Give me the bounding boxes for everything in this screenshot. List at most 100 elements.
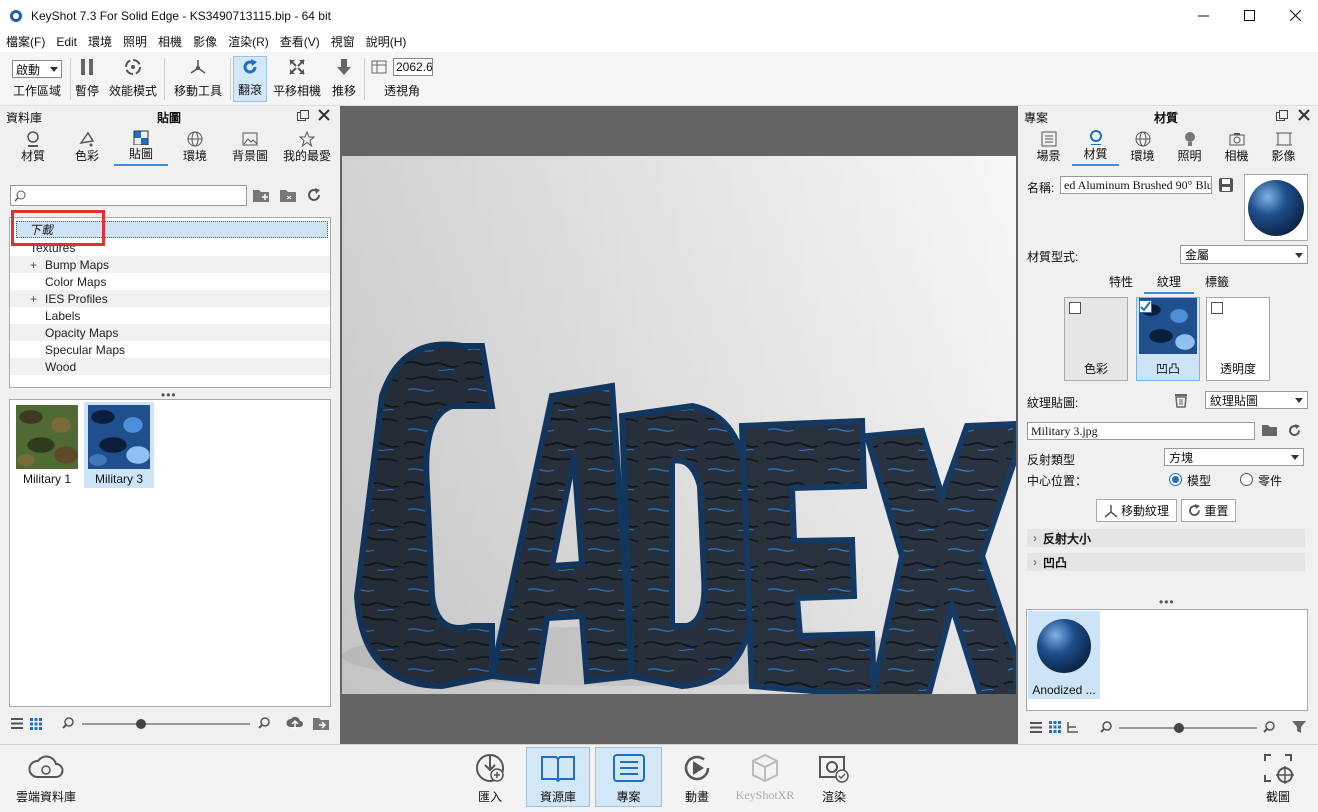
close-panel-icon[interactable] xyxy=(1298,109,1310,121)
keyshotxr-button[interactable]: KeyShotXR xyxy=(734,748,796,803)
project-button[interactable]: 專案 xyxy=(595,747,662,807)
cloud-library-button[interactable]: 雲端資料庫 xyxy=(14,748,78,805)
menu-camera[interactable]: 相機 xyxy=(152,33,187,50)
animation-button[interactable]: 動畫 xyxy=(676,748,718,805)
tab-materials[interactable]: 材質 xyxy=(6,130,60,166)
tab-camera[interactable]: 相機 xyxy=(1213,130,1260,166)
tree-item-wood[interactable]: Wood xyxy=(10,358,330,375)
workspace-select[interactable]: 啟動 xyxy=(12,60,62,78)
slot-color-checkbox[interactable] xyxy=(1069,302,1081,314)
menu-file[interactable]: 檔案(F) xyxy=(0,33,50,50)
mapping-type-select[interactable]: 方塊 xyxy=(1164,448,1304,466)
slot-opacity[interactable]: 透明度 xyxy=(1206,297,1270,381)
slot-opacity-checkbox[interactable] xyxy=(1211,302,1223,314)
tree-item-opacity-maps[interactable]: Opacity Maps xyxy=(10,324,330,341)
menu-window[interactable]: 視窗 xyxy=(325,33,360,50)
folder-icon[interactable] xyxy=(279,187,297,203)
subtab-labels[interactable]: 標籤 xyxy=(1194,271,1240,294)
import-button[interactable]: 匯入 xyxy=(468,748,512,805)
material-size-slider[interactable] xyxy=(1119,727,1257,729)
tab-backplates[interactable]: 背景圖 xyxy=(222,130,278,166)
menu-edit[interactable]: Edit xyxy=(50,35,82,49)
close-button[interactable] xyxy=(1272,0,1318,31)
screenshot-button[interactable]: 截圖 xyxy=(1256,748,1300,805)
save-icon[interactable] xyxy=(1218,177,1234,193)
slider-handle[interactable] xyxy=(136,719,146,729)
tab-textures[interactable]: 貼圖 xyxy=(114,130,168,166)
subtab-properties[interactable]: 特性 xyxy=(1098,271,1144,294)
reload-icon[interactable] xyxy=(1287,423,1302,438)
tab-lighting[interactable]: 照明 xyxy=(1166,130,1213,166)
refresh-icon[interactable] xyxy=(306,187,322,203)
texture-map-select[interactable]: 紋理貼圖 xyxy=(1205,391,1308,409)
menu-help[interactable]: 說明(H) xyxy=(360,33,412,50)
section-bump[interactable]: › 凹凸 xyxy=(1027,553,1305,571)
minimize-button[interactable] xyxy=(1180,0,1226,31)
radio-part[interactable] xyxy=(1240,473,1253,486)
texture-file-input[interactable]: Military 3.jpg xyxy=(1027,422,1255,440)
float-panel-icon[interactable] xyxy=(1276,110,1288,121)
performance-mode-button[interactable]: 效能模式 xyxy=(106,56,160,102)
list-view-icon[interactable] xyxy=(1030,722,1042,733)
slider-handle[interactable] xyxy=(1174,723,1184,733)
move-tool-button[interactable]: 移動工具 xyxy=(170,56,226,102)
menu-render[interactable]: 渲染(R) xyxy=(222,33,274,50)
tumble-button[interactable]: 翻滾 xyxy=(233,56,267,102)
section-mapping-size[interactable]: › 反射大小 xyxy=(1027,529,1305,547)
thumbnail-military-1[interactable]: Military 1 xyxy=(13,402,81,488)
delete-icon[interactable] xyxy=(1174,392,1188,408)
tab-favorites[interactable]: 我的最愛 xyxy=(278,130,336,166)
menu-image[interactable]: 影像 xyxy=(187,33,222,50)
open-folder-icon[interactable] xyxy=(1261,423,1279,438)
reset-button[interactable]: 重置 xyxy=(1181,499,1236,522)
list-view-icon[interactable] xyxy=(11,718,23,729)
zoom-out-icon[interactable] xyxy=(1100,721,1112,733)
close-panel-icon[interactable] xyxy=(318,109,330,121)
filter-icon[interactable] xyxy=(1291,720,1307,734)
add-folder-icon[interactable] xyxy=(252,187,270,203)
menu-lighting[interactable]: 照明 xyxy=(117,33,152,50)
grid-view-icon[interactable] xyxy=(1049,721,1061,733)
tab-image[interactable]: 影像 xyxy=(1260,130,1307,166)
radio-model[interactable] xyxy=(1169,473,1182,486)
move-texture-button[interactable]: 移動紋理 xyxy=(1096,499,1177,522)
tab-environments[interactable]: 環境 xyxy=(168,130,222,166)
perspective-input[interactable]: 2062.6 xyxy=(393,58,433,76)
slot-bump-checkbox[interactable] xyxy=(1139,300,1152,313)
tab-scene[interactable]: 場景 xyxy=(1025,130,1072,166)
import-folder-icon[interactable] xyxy=(312,715,330,731)
material-preview[interactable] xyxy=(1244,174,1308,241)
render-viewport[interactable] xyxy=(340,106,1018,744)
menu-view[interactable]: 查看(V) xyxy=(274,33,325,50)
slot-color[interactable]: 色彩 xyxy=(1064,297,1128,381)
maximize-button[interactable] xyxy=(1226,0,1272,31)
zoom-in-icon[interactable] xyxy=(258,717,270,729)
zoom-out-icon[interactable] xyxy=(62,717,74,729)
render-canvas[interactable] xyxy=(342,156,1016,694)
tab-colors[interactable]: 色彩 xyxy=(60,130,114,166)
tree-item-ies-profiles[interactable]: + IES Profiles xyxy=(10,290,330,307)
thumbnail-size-slider[interactable] xyxy=(82,723,250,725)
cloud-upload-icon[interactable] xyxy=(286,715,304,731)
material-type-select[interactable]: 金屬 xyxy=(1180,245,1308,264)
expand-icon[interactable]: + xyxy=(30,258,45,272)
material-thumb-anodized[interactable]: Anodized ... xyxy=(1028,611,1100,699)
material-name-input[interactable]: ed Aluminum Brushed 90° Blue xyxy=(1060,176,1212,194)
expand-icon[interactable]: + xyxy=(30,292,45,306)
thumbnail-military-3[interactable]: Military 3 xyxy=(84,402,154,488)
tab-material[interactable]: 材質 xyxy=(1072,130,1119,166)
tree-item-color-maps[interactable]: Color Maps xyxy=(10,273,330,290)
pause-button[interactable]: 暫停 xyxy=(72,56,102,102)
render-button[interactable]: 渲染 xyxy=(812,748,856,805)
tree-item-specular-maps[interactable]: Specular Maps xyxy=(10,341,330,358)
float-panel-icon[interactable] xyxy=(297,110,309,121)
library-button[interactable]: 資源庫 xyxy=(526,747,590,807)
tree-view-icon[interactable] xyxy=(1067,721,1079,733)
menu-environment[interactable]: 環境 xyxy=(82,33,117,50)
tree-item-labels[interactable]: Labels xyxy=(10,307,330,324)
dolly-button[interactable]: 推移 xyxy=(328,56,360,102)
slot-bump[interactable]: 凹凸 xyxy=(1136,297,1200,381)
library-search-input[interactable] xyxy=(10,185,247,206)
tree-item-bump-maps[interactable]: + Bump Maps xyxy=(10,256,330,273)
pan-camera-button[interactable]: 平移相機 xyxy=(270,56,324,102)
